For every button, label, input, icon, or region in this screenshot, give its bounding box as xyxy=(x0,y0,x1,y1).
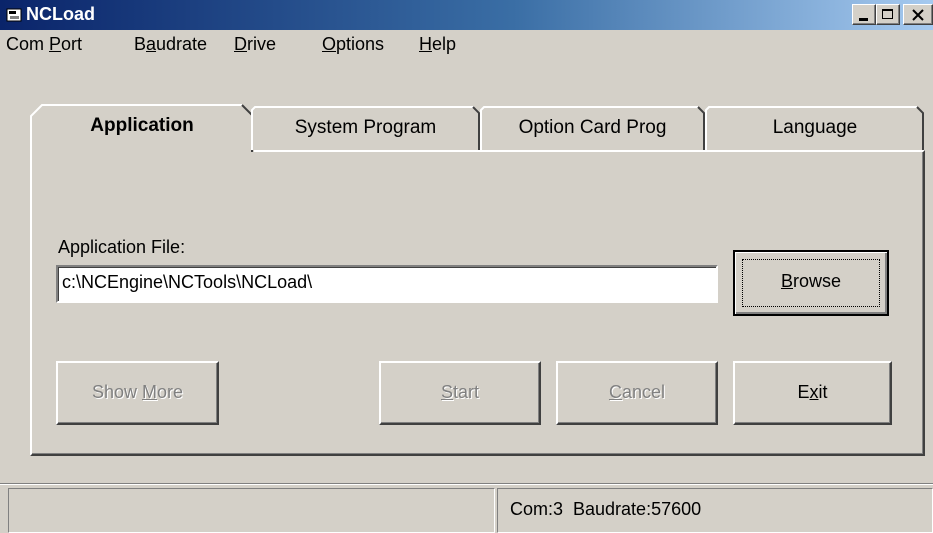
maximize-icon xyxy=(882,9,893,19)
menu-help-rest: elp xyxy=(432,34,457,54)
tab-option-card-prog-label: Option Card Prog xyxy=(518,117,667,138)
menu-baudrate-mnemonic: a xyxy=(146,34,157,54)
show-more-button[interactable]: Show More xyxy=(56,361,219,425)
ncload-window: NCLoad Com Port Baudrate Drive Options H… xyxy=(0,0,933,533)
minimize-button[interactable] xyxy=(852,4,876,25)
menu-help[interactable]: Help xyxy=(419,34,456,55)
status-panel-left xyxy=(8,488,495,533)
exit-label-mnemonic: x xyxy=(809,382,819,402)
exit-label-post: it xyxy=(818,382,828,402)
close-button[interactable] xyxy=(903,4,933,25)
menu-drive-rest: rive xyxy=(247,34,277,54)
cancel-label-mnemonic: C xyxy=(608,382,622,402)
tab-language[interactable]: Language xyxy=(705,106,925,150)
menu-baudrate-rest: udrate xyxy=(156,34,208,54)
status-separator-highlight xyxy=(0,484,933,485)
menu-com-port-text: Com xyxy=(6,34,50,54)
start-button[interactable]: Start xyxy=(379,361,541,425)
show-more-label-mnemonic: M xyxy=(142,382,157,402)
menu-drive[interactable]: Drive xyxy=(234,34,276,55)
tab-system-program[interactable]: System Program xyxy=(251,106,480,150)
menu-baudrate[interactable]: Baudrate xyxy=(134,34,207,55)
cancel-label-post: ancel xyxy=(621,382,666,402)
tab-application-label: Application xyxy=(90,115,194,136)
tab-language-label: Language xyxy=(772,117,858,138)
title-bar[interactable]: NCLoad xyxy=(0,0,933,30)
browse-button[interactable]: Browse xyxy=(733,250,889,316)
exit-button[interactable]: Exit xyxy=(733,361,892,425)
tab-option-card-prog[interactable]: Option Card Prog xyxy=(480,106,705,150)
tab-system-program-label: System Program xyxy=(294,117,437,138)
window-title: NCLoad xyxy=(26,4,95,24)
menu-options[interactable]: Options xyxy=(322,34,384,55)
menu-drive-mnemonic: D xyxy=(234,34,247,54)
start-label-post: tart xyxy=(453,382,480,402)
show-more-label-post: ore xyxy=(157,382,184,402)
menu-com-port-mnemonic: P xyxy=(49,34,62,54)
menu-options-rest: ptions xyxy=(336,34,385,54)
menu-help-mnemonic: H xyxy=(419,34,432,54)
browse-focus-rect xyxy=(742,259,880,307)
status-panel-connection: Com:3 Baudrate:57600 xyxy=(497,488,933,533)
tab-application[interactable]: Application xyxy=(30,104,254,154)
application-file-input[interactable]: c:\NCEngine\NCTools\NCLoad\ xyxy=(56,265,718,303)
menu-bar: Com Port Baudrate Drive Options Help xyxy=(0,30,933,60)
close-icon xyxy=(912,9,924,21)
menu-baudrate-text: B xyxy=(134,34,147,54)
maximize-button[interactable] xyxy=(876,4,900,25)
cancel-button[interactable]: Cancel xyxy=(556,361,718,425)
ncload-app-icon[interactable] xyxy=(6,7,22,23)
exit-label-pre: E xyxy=(797,382,810,402)
minimize-icon xyxy=(859,18,868,21)
application-file-label: Application File: xyxy=(58,237,186,257)
menu-com-port[interactable]: Com Port xyxy=(6,34,82,55)
menu-com-port-rest: ort xyxy=(61,34,83,54)
menu-options-mnemonic: O xyxy=(322,34,337,54)
show-more-label-pre: Show xyxy=(91,382,142,402)
start-label-mnemonic: S xyxy=(440,382,453,402)
